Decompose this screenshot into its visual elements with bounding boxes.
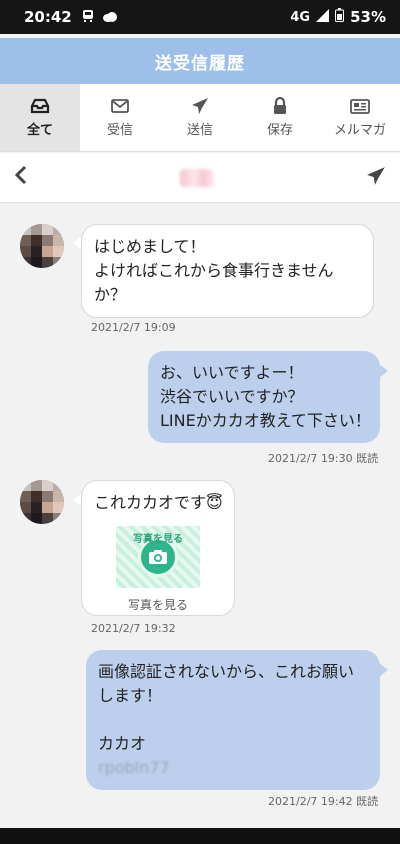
cloud-icon xyxy=(102,8,118,27)
message-text: 渋谷でいいですか？ xyxy=(160,387,304,406)
tab-label: 全て xyxy=(26,123,53,138)
battery-icon xyxy=(335,8,345,26)
system-nav-bar xyxy=(0,828,400,844)
tab-saved[interactable]: 保存 xyxy=(240,84,320,151)
lock-icon xyxy=(272,97,288,115)
tab-label: メルマガ xyxy=(333,123,386,138)
tab-label: 送信 xyxy=(186,123,213,138)
envelope-icon xyxy=(111,97,129,115)
message-bubble-outgoing[interactable]: 画像認証されないから、これお願い します！ カカオ rpobln77 xyxy=(86,650,380,790)
bubble-tail xyxy=(379,364,388,378)
train-icon xyxy=(82,8,94,27)
blurred-id-text: rpobln77 xyxy=(98,758,170,777)
message-text: か？ xyxy=(94,285,127,304)
photo-overlay-text: 写真を見る xyxy=(133,534,183,545)
tab-sent[interactable]: 送信 xyxy=(160,84,240,151)
tab-label: 受信 xyxy=(106,123,133,138)
message-text xyxy=(98,708,368,732)
tab-received[interactable]: 受信 xyxy=(80,84,160,151)
conversation-bar xyxy=(0,153,400,203)
message-bubble-incoming[interactable]: はじめまして！ よければこれから食事行きません か？ xyxy=(81,224,374,318)
page-title: 送受信履歴 xyxy=(155,53,245,74)
header: 送受信履歴 xyxy=(0,38,400,84)
message-bubble-outgoing[interactable]: お、いいですよー！ 渋谷でいいですか？ LINEかカカオ教えて下さい！ xyxy=(148,351,380,443)
message-text: します！ xyxy=(98,686,163,705)
chevron-left-icon[interactable] xyxy=(14,165,28,191)
message-text: 画像認証されないから、これお願い xyxy=(98,662,355,681)
message-timestamp: 2021/2/7 19:32 xyxy=(91,622,176,635)
newspaper-icon xyxy=(350,97,370,115)
paper-plane-icon xyxy=(191,97,209,115)
battery-percent: 53% xyxy=(350,8,386,26)
message-timestamp: 2021/2/7 19:30 既読 xyxy=(268,452,379,465)
status-bar: 20:42 4G 53% xyxy=(0,0,400,34)
message-timestamp: 2021/2/7 19:09 xyxy=(91,321,176,334)
message-text: よければこれから食事行きません xyxy=(94,261,334,280)
message-bubble-incoming[interactable]: これカカオです😇 写真を見る 写真を見る xyxy=(81,480,235,616)
signal-icon xyxy=(316,8,330,26)
avatar[interactable] xyxy=(20,224,64,268)
tab-newsletter[interactable]: メルマガ xyxy=(320,84,400,151)
tab-label: 保存 xyxy=(266,123,293,138)
message-text: はじめまして！ xyxy=(94,237,206,256)
message-text: LINEかカカオ教えて下さい！ xyxy=(160,411,371,430)
message-list: はじめまして！ よければこれから食事行きません か？ 2021/2/7 19:0… xyxy=(0,204,400,828)
network-label: 4G xyxy=(290,9,311,25)
tab-bar: 全て 受信 送信 保存 メルマガ xyxy=(0,84,400,152)
tab-all[interactable]: 全て xyxy=(0,84,80,151)
avatar[interactable] xyxy=(20,480,64,524)
status-time: 20:42 xyxy=(24,8,72,26)
view-photo-label[interactable]: 写真を見る xyxy=(82,593,234,617)
view-photo-button[interactable]: 写真を見る xyxy=(116,526,200,588)
message-text: これカカオです😇 xyxy=(94,493,223,512)
message-text: カカオ xyxy=(98,734,147,753)
inbox-icon xyxy=(30,97,50,115)
bubble-tail xyxy=(379,663,388,677)
message-text: お、いいですよー！ xyxy=(160,363,304,382)
message-timestamp: 2021/2/7 19:42 既読 xyxy=(268,795,379,808)
partner-name-blurred xyxy=(180,168,214,187)
paper-plane-icon[interactable] xyxy=(366,166,386,190)
